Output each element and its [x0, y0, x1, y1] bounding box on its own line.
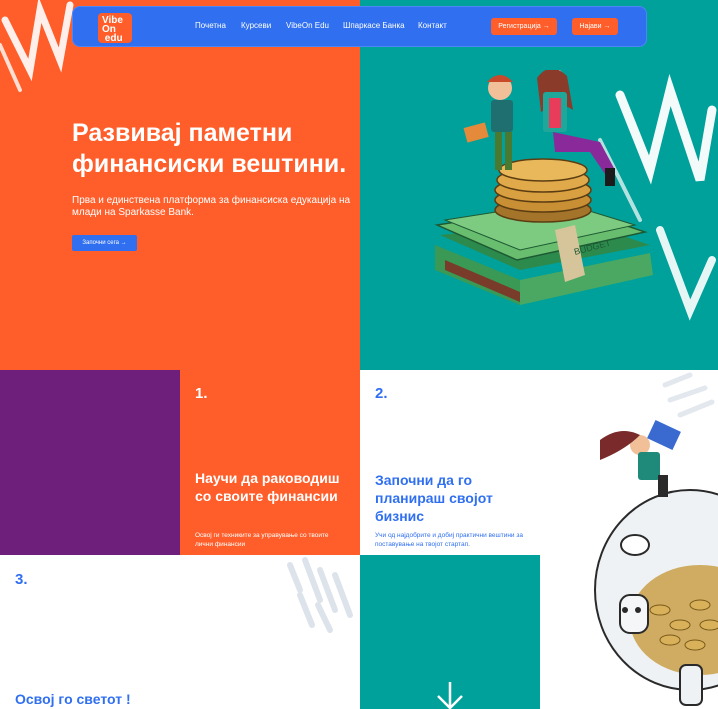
hero-illustration: BUDGET [434, 70, 653, 305]
piggy-bank-illustration [594, 420, 718, 706]
step-1-number: 1. [195, 385, 208, 402]
step-1-description: Освој ги техниките за управување со твои… [195, 532, 329, 548]
vibeon-edu-logo[interactable]: Vibe On edu [98, 13, 132, 44]
hero-subtitle: Прва и единствена платформа за финансиск… [72, 195, 351, 218]
step-1-title: Научи да раководиш со своите финансии [195, 470, 340, 504]
register-button[interactable]: Регистрација → [491, 18, 557, 35]
nav-link-home[interactable]: Почетна [195, 21, 226, 30]
step-2-title: Започни да го планираш својот бизнис [375, 472, 493, 524]
step-3-title: Освој го светот ! [15, 691, 131, 707]
step-2-number: 2. [375, 385, 388, 402]
login-button[interactable]: Најави → [572, 18, 618, 35]
nav-link-sparkasse-bank[interactable]: Шпаркасе Банка [343, 21, 405, 30]
nav-link-contact[interactable]: Контакт [418, 21, 447, 30]
start-now-button[interactable]: Започни сега → [72, 235, 137, 251]
step-3-number: 3. [15, 571, 28, 588]
nav-link-courses[interactable]: Курсеви [241, 21, 271, 30]
arrow-down-icon[interactable] [430, 680, 470, 709]
step-2-description: Учи од најдобрите и добиј практични вешт… [375, 532, 523, 548]
nav-link-vibeon-edu[interactable]: VibeOn Edu [286, 21, 329, 30]
hero-title: Развивај паметни финансиски вештини. [72, 119, 347, 178]
